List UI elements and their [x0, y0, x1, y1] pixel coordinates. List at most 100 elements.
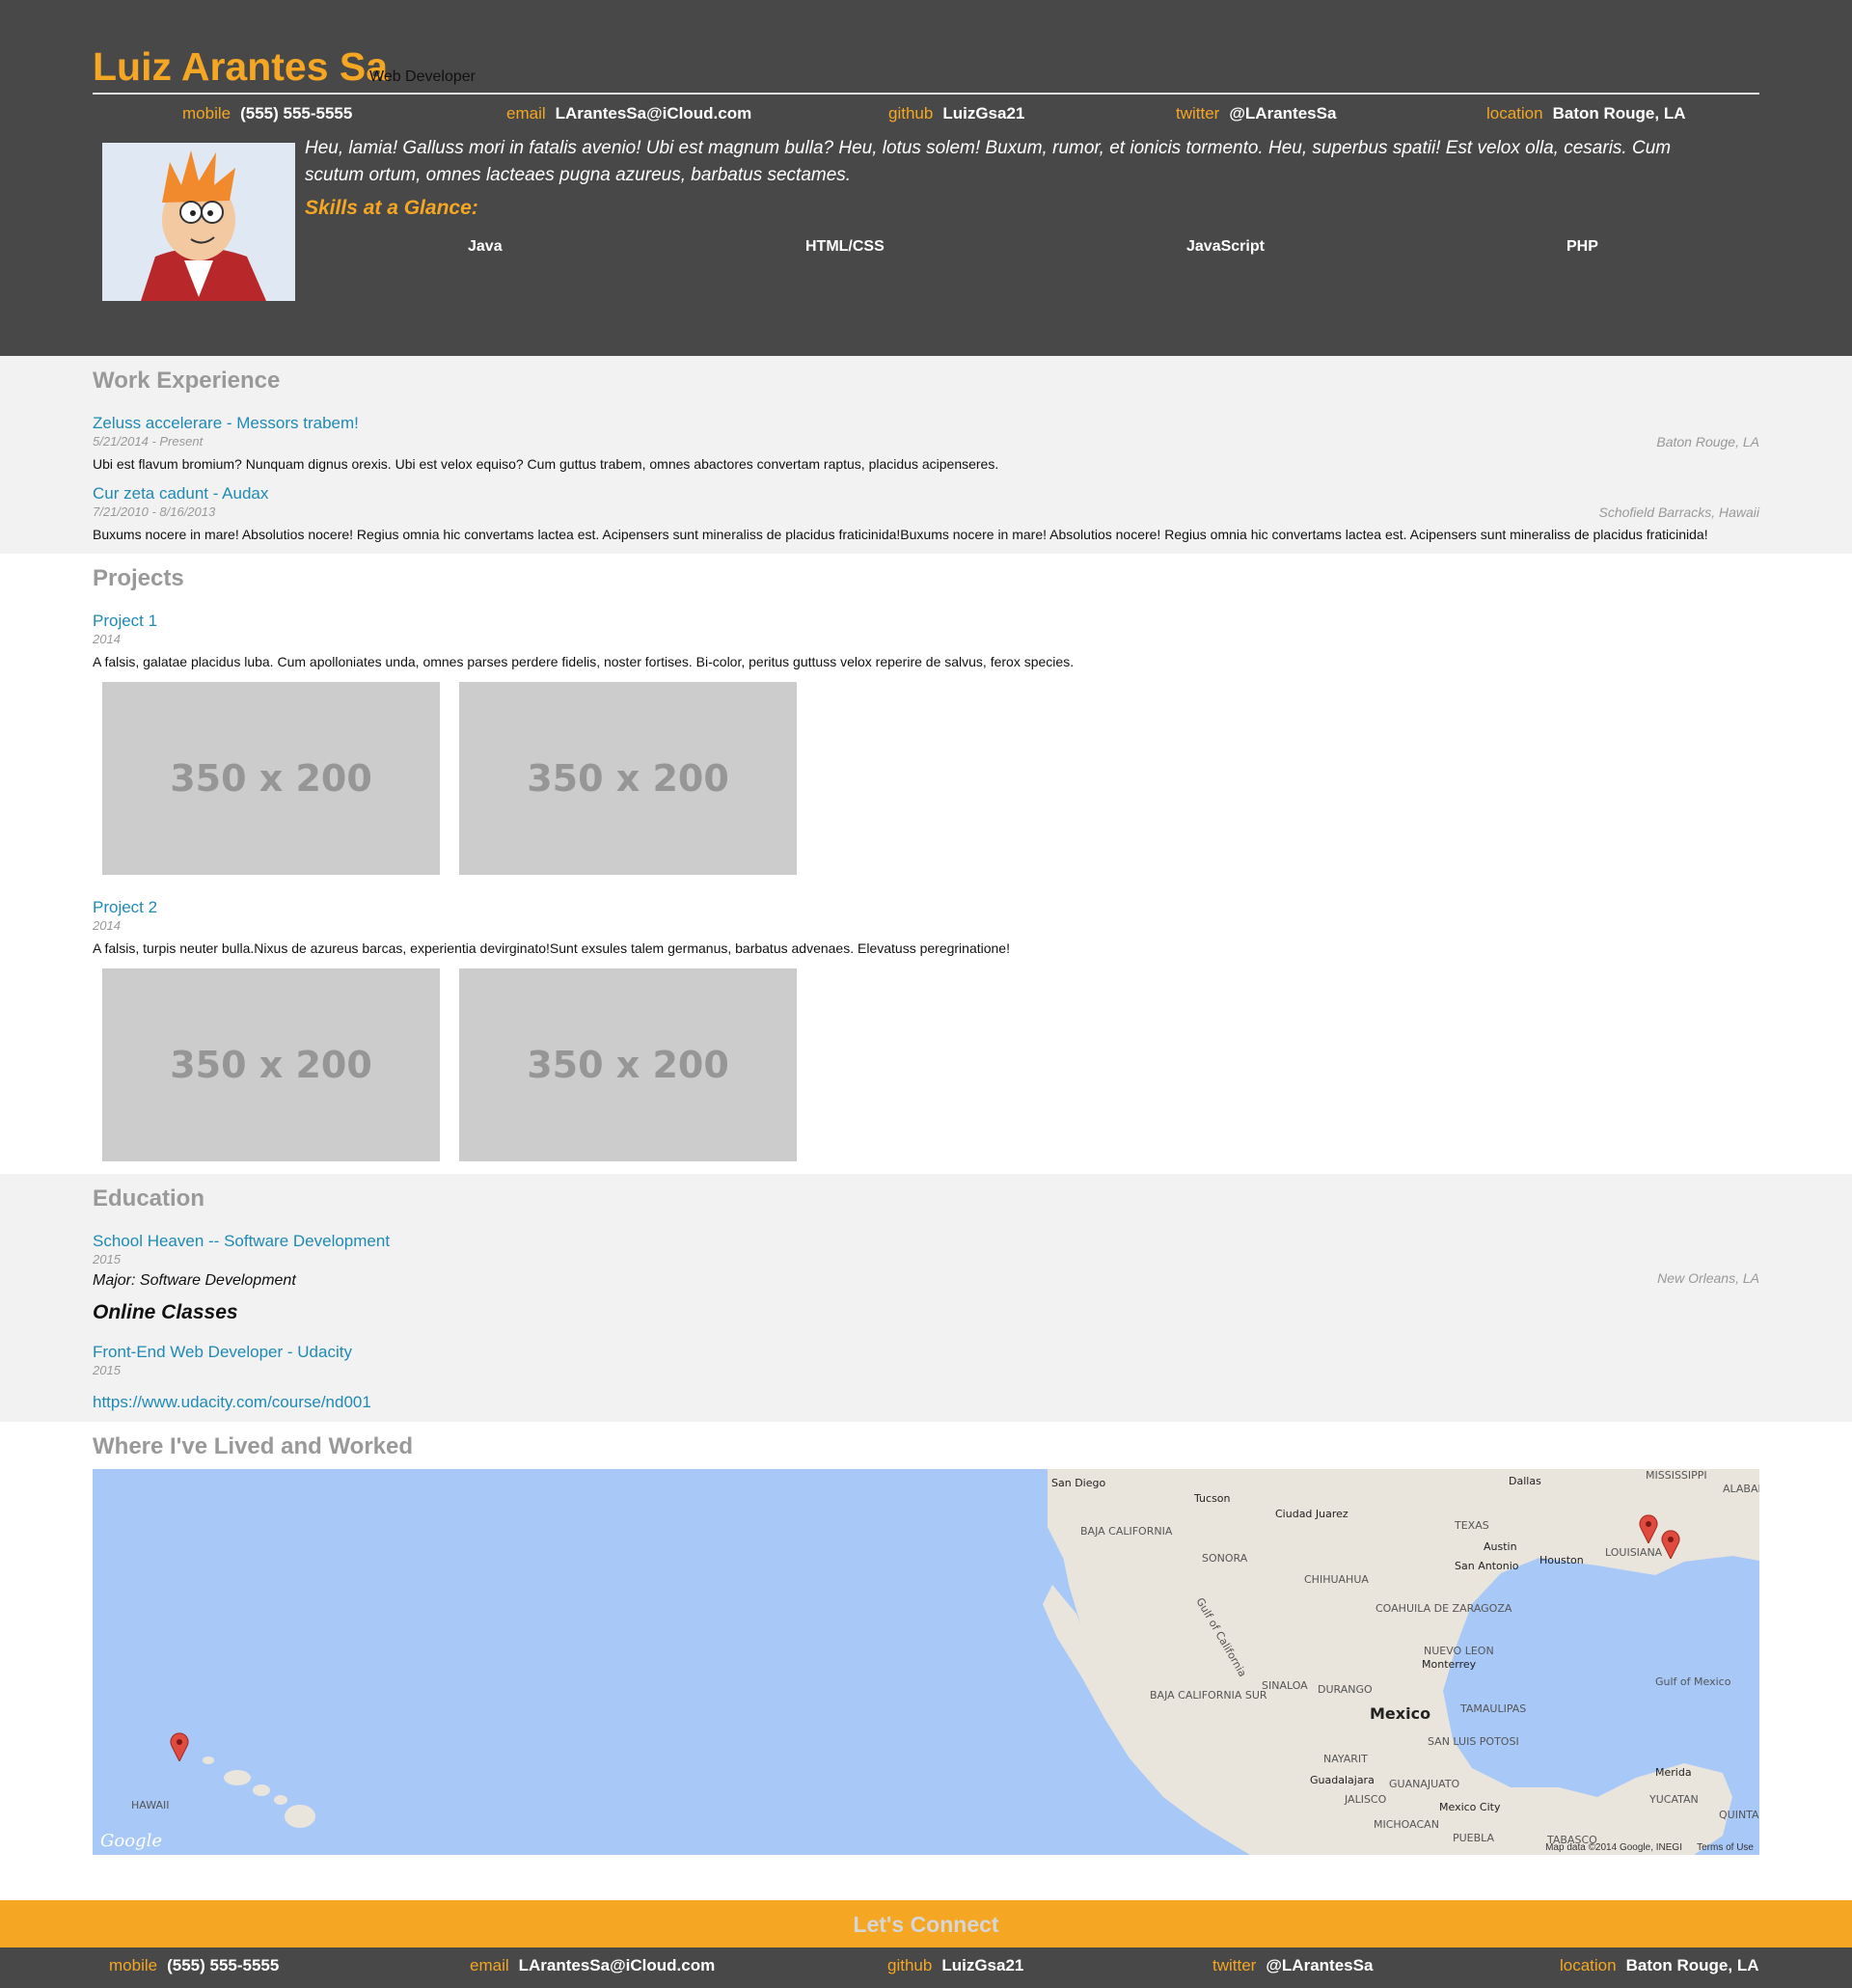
map-label: NUEVO LEON	[1424, 1645, 1494, 1657]
map-label: BAJA CALIFORNIA	[1080, 1525, 1173, 1538]
skills-title: Skills at a Glance:	[305, 197, 478, 219]
map-label: San Antonio	[1455, 1560, 1519, 1572]
job-title[interactable]: Cur zeta cadunt - Audax	[93, 484, 268, 504]
section-title-map: Where I've Lived and Worked	[93, 1433, 414, 1459]
job-location: Baton Rouge, LA	[1656, 434, 1759, 449]
map-label: YUCATAN	[1649, 1793, 1699, 1806]
school-date: 2015	[93, 1252, 121, 1266]
map-label: Guadalajara	[1310, 1774, 1375, 1786]
online-class-url[interactable]: https://www.udacity.com/course/nd001	[93, 1393, 371, 1412]
map-credit: Map data ©2014 Google, INEGI	[1545, 1842, 1682, 1853]
project-image: 350 x 200	[459, 968, 797, 1161]
map-label: SINALOA	[1262, 1679, 1308, 1692]
contact-twitter[interactable]: twitter @LArantesSa	[1212, 1956, 1373, 1975]
school-title[interactable]: School Heaven -- Software Development	[93, 1232, 390, 1251]
education-section: Education School Heaven -- Software Deve…	[0, 1174, 1852, 1422]
map-marker-icon[interactable]	[170, 1732, 189, 1761]
map-label: HAWAII	[131, 1799, 170, 1811]
map-label: BAJA CALIFORNIA SUR	[1150, 1689, 1267, 1702]
map-label: SONORA	[1202, 1552, 1248, 1565]
project-description: A falsis, turpis neuter bulla.Nixus de a…	[93, 940, 1010, 956]
map-terms-link[interactable]: Terms of Use	[1697, 1842, 1754, 1853]
map-label: Gulf of Mexico	[1655, 1675, 1731, 1688]
skill-java: Java	[468, 238, 503, 255]
online-classes-title: Online Classes	[93, 1301, 238, 1323]
work-experience-section: Work Experience Zeluss accelerare - Mess…	[0, 356, 1852, 554]
job-description: Ubi est flavum bromium? Nunquam dignus o…	[93, 456, 999, 472]
online-class-date: 2015	[93, 1363, 121, 1377]
project-title[interactable]: Project 1	[93, 612, 157, 631]
map-label: Mexico	[1370, 1704, 1431, 1723]
map-label: San Diego	[1051, 1477, 1106, 1489]
map-label: Houston	[1539, 1554, 1584, 1566]
map-marker-icon[interactable]	[1661, 1530, 1680, 1559]
section-title-education: Education	[93, 1185, 205, 1212]
job-location: Schofield Barracks, Hawaii	[1598, 504, 1759, 520]
footer-contacts: mobile (555) 555-5555 email LArantesSa@iCl…	[0, 1956, 1759, 1983]
map-label: COAHUILA DE ZARAGOZA	[1375, 1602, 1512, 1615]
project-description: A falsis, galatae placidus luba. Cum apo…	[93, 654, 1075, 669]
map-label: Austin	[1484, 1540, 1517, 1553]
project-title[interactable]: Project 2	[93, 898, 157, 917]
map-label: Tucson	[1194, 1492, 1231, 1505]
map-label: TAMAULIPAS	[1460, 1702, 1527, 1715]
job-dates: 5/21/2014 - Present	[93, 434, 204, 449]
header: Luiz Arantes Sa Web Developer mobile (555…	[0, 0, 1852, 356]
map-label: Merida	[1655, 1766, 1692, 1779]
map-label: Mexico City	[1439, 1801, 1501, 1813]
job-title[interactable]: Zeluss accelerare - Messors trabem!	[93, 414, 359, 433]
skill-php: PHP	[1566, 238, 1598, 255]
school-major: Major: Software Development	[93, 1272, 296, 1289]
project-image: 350 x 200	[459, 682, 797, 875]
map[interactable]: San Diego Tucson Ciudad Juarez Dallas MI…	[93, 1469, 1759, 1855]
connect-bar: Let's Connect	[0, 1900, 1852, 1947]
contact-github[interactable]: github LuizGsa21	[888, 104, 1024, 123]
project-date: 2014	[93, 918, 121, 933]
projects-section: Projects Project 1 2014 A falsis, galata…	[0, 554, 1852, 1174]
map-label: MICHOACAN	[1374, 1818, 1439, 1831]
project-image: 350 x 200	[102, 682, 440, 875]
map-label: QUINTANA	[1719, 1809, 1759, 1821]
map-label: PUEBLA	[1453, 1832, 1495, 1844]
contact-email[interactable]: email LArantesSa@iCloud.com	[470, 1956, 715, 1975]
section-title-work: Work Experience	[93, 368, 281, 394]
skill-javascript: JavaScript	[1186, 238, 1265, 255]
map-label: Dallas	[1509, 1475, 1541, 1487]
job-dates: 7/21/2010 - 8/16/2013	[93, 504, 216, 519]
map-label: DURANGO	[1318, 1683, 1373, 1696]
top-contacts: mobile (555) 555-5555 email LArantesSa@iCl…	[93, 104, 1759, 131]
contact-mobile: mobile (555) 555-5555	[109, 1956, 280, 1974]
contact-location: location Baton Rouge, LA	[1486, 104, 1686, 123]
name-row: Luiz Arantes Sa Web Developer	[93, 44, 1759, 95]
role-title: Web Developer	[369, 68, 476, 85]
map-label: MISSISSIPPI	[1646, 1469, 1707, 1482]
map-marker-icon[interactable]	[1639, 1514, 1658, 1543]
google-logo: Google	[100, 1831, 162, 1851]
map-label: Ciudad Juarez	[1275, 1508, 1348, 1520]
contact-twitter[interactable]: twitter @LArantesSa	[1176, 104, 1336, 123]
contact-location: location Baton Rouge, LA	[1560, 1956, 1759, 1974]
map-label: GUANAJUATO	[1389, 1778, 1460, 1790]
map-label: LOUISIANA	[1605, 1546, 1663, 1559]
contact-email[interactable]: email LArantesSa@iCloud.com	[506, 104, 751, 123]
welcome-message: Heu, lamia! Galluss mori in fatalis aven…	[305, 138, 1672, 185]
map-label: TEXAS	[1455, 1519, 1489, 1532]
contact-mobile: mobile (555) 555-5555	[182, 104, 353, 123]
page-title: Luiz Arantes Sa	[93, 44, 389, 89]
map-label: NAYARIT	[1323, 1753, 1368, 1765]
project-image: 350 x 200	[102, 968, 440, 1161]
map-label: SAN LUIS POTOSI	[1428, 1735, 1519, 1748]
online-class-title[interactable]: Front-End Web Developer - Udacity	[93, 1343, 352, 1362]
map-label: ALABAM	[1723, 1483, 1759, 1495]
avatar	[102, 143, 295, 301]
footer: mobile (555) 555-5555 email LArantesSa@iCl…	[0, 1947, 1852, 1988]
contact-github[interactable]: github LuizGsa21	[887, 1956, 1023, 1975]
map-label: JALISCO	[1345, 1793, 1387, 1806]
school-location: New Orleans, LA	[1657, 1270, 1759, 1286]
job-description: Buxums nocere in mare! Absolutios nocere…	[93, 527, 1708, 542]
project-date: 2014	[93, 632, 121, 646]
map-label: Monterrey	[1422, 1658, 1477, 1671]
connect-title: Let's Connect	[853, 1912, 999, 1937]
map-label: CHIHUAHUA	[1304, 1573, 1369, 1586]
skill-html-css: HTML/CSS	[805, 238, 885, 255]
